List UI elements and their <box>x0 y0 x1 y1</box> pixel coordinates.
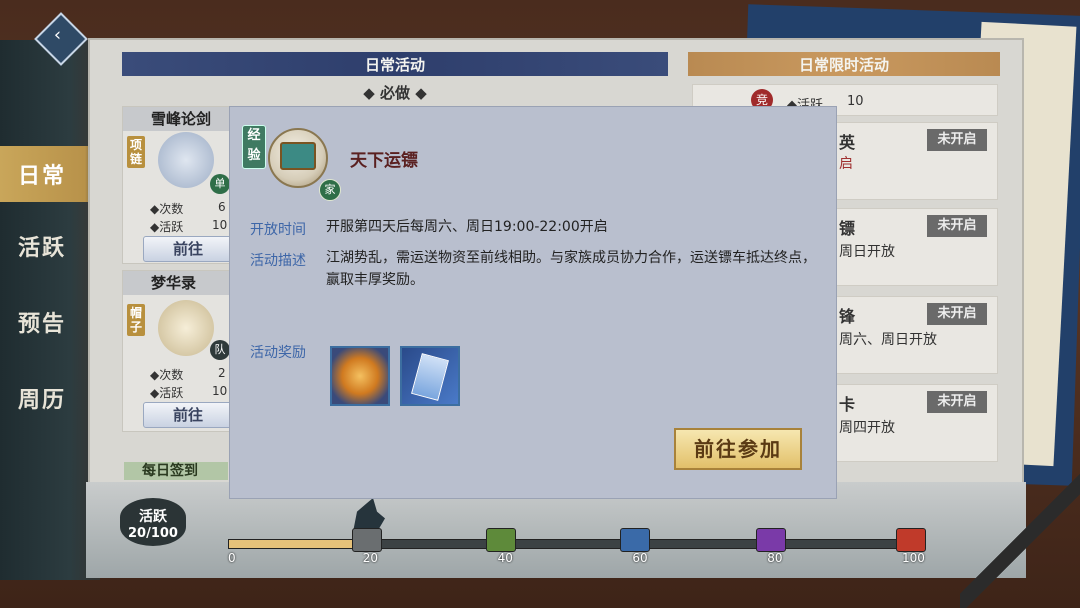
card-title: 卡 <box>839 395 856 414</box>
status-badge: 未开启 <box>927 129 987 151</box>
open-time-label: 开放时间 <box>250 222 306 238</box>
card-title: 英 <box>839 133 856 152</box>
status-badge: 未开启 <box>927 215 987 237</box>
goto-button[interactable]: 前往 <box>143 402 233 428</box>
count-label: ◆次数 <box>150 202 184 216</box>
card-tag: 项链 <box>127 136 145 168</box>
card-sub: 启 <box>839 156 853 172</box>
progress-tick-label: 60 <box>632 551 648 565</box>
nav-item-daily[interactable]: 日常 <box>0 146 100 202</box>
back-icon: ‹ <box>53 24 62 46</box>
nav-item-calendar[interactable]: 周历 <box>0 370 100 426</box>
open-time-value: 开服第四天后每周六、周日19:00-22:00开启 <box>326 219 608 235</box>
type-badge: 单 <box>210 174 230 194</box>
activity-icon <box>158 132 214 188</box>
count-value: 2 <box>218 366 226 380</box>
daily-banner: 日常活动 <box>122 52 668 76</box>
status-badge: 未开启 <box>927 391 987 413</box>
exp-badge: 经验 <box>242 125 266 169</box>
ticket-icon[interactable] <box>400 346 460 406</box>
active-value: 10 <box>212 218 228 232</box>
card-sub: 周日开放 <box>839 244 895 260</box>
limited-banner: 日常限时活动 <box>688 52 1000 76</box>
card-title: 锋 <box>839 307 856 326</box>
scroll-icon <box>158 300 214 356</box>
card-sub: 周四开放 <box>839 420 895 436</box>
sword-decoration <box>960 470 1080 608</box>
nav-label: 预告 <box>18 312 67 337</box>
active-value: 10 <box>847 94 864 109</box>
nav-label: 活跃 <box>18 236 67 261</box>
progress-tick-label: 20 <box>362 551 379 565</box>
active-label: ◆活跃 <box>150 220 184 234</box>
progress-tick-label: 0 <box>228 551 236 565</box>
family-badge: 家 <box>319 179 341 201</box>
nav-item-active[interactable]: 活跃 <box>0 218 100 274</box>
count-value: 6 <box>218 200 226 214</box>
reward-chest-icon[interactable] <box>486 528 516 552</box>
active-points-badge: 活跃 20/100 <box>120 498 186 546</box>
nav-label: 周历 <box>18 388 67 413</box>
reward-chest-icon[interactable] <box>756 528 786 552</box>
card-tag: 帽子 <box>127 304 145 336</box>
join-activity-button[interactable]: 前往参加 <box>674 428 802 470</box>
reward-chest-icon[interactable] <box>896 528 926 552</box>
reward-chest-icon[interactable] <box>352 528 382 552</box>
progress-fill <box>229 540 364 548</box>
description-label: 活动描述 <box>250 253 306 269</box>
nav-label: 日常 <box>18 164 67 189</box>
type-badge: 队 <box>210 340 230 360</box>
active-label: ◆活跃 <box>150 386 184 400</box>
progress-tick-label: 100 <box>902 551 925 565</box>
golden-orb-icon[interactable] <box>330 346 390 406</box>
active-label: 活跃 <box>139 509 167 525</box>
reward-label: 活动奖励 <box>250 345 306 361</box>
goto-button[interactable]: 前往 <box>143 236 233 262</box>
count-label: ◆次数 <box>150 368 184 382</box>
left-nav: 日常 活跃 预告 周历 <box>0 40 100 580</box>
active-value: 10 <box>212 384 228 398</box>
active-value: 20/100 <box>128 526 178 541</box>
reward-chest-icon[interactable] <box>620 528 650 552</box>
dialog-title: 天下运镖 <box>350 151 418 171</box>
cart-icon <box>280 142 316 170</box>
nav-item-preview[interactable]: 预告 <box>0 294 100 350</box>
card-sub: 周六、周日开放 <box>839 332 937 348</box>
progress-tick-label: 80 <box>767 551 783 565</box>
section-title: ◆ 必做 ◆ <box>363 84 427 102</box>
status-badge: 未开启 <box>927 303 987 325</box>
description-text: 江湖势乱，需运送物资至前线相助。与家族成员协力合作，运送镖车抵达终点，赢取丰厚奖… <box>326 250 816 288</box>
partial-card-title: 每日签到 <box>124 462 228 480</box>
card-title: 镖 <box>839 219 856 238</box>
progress-tick-label: 40 <box>497 551 513 565</box>
